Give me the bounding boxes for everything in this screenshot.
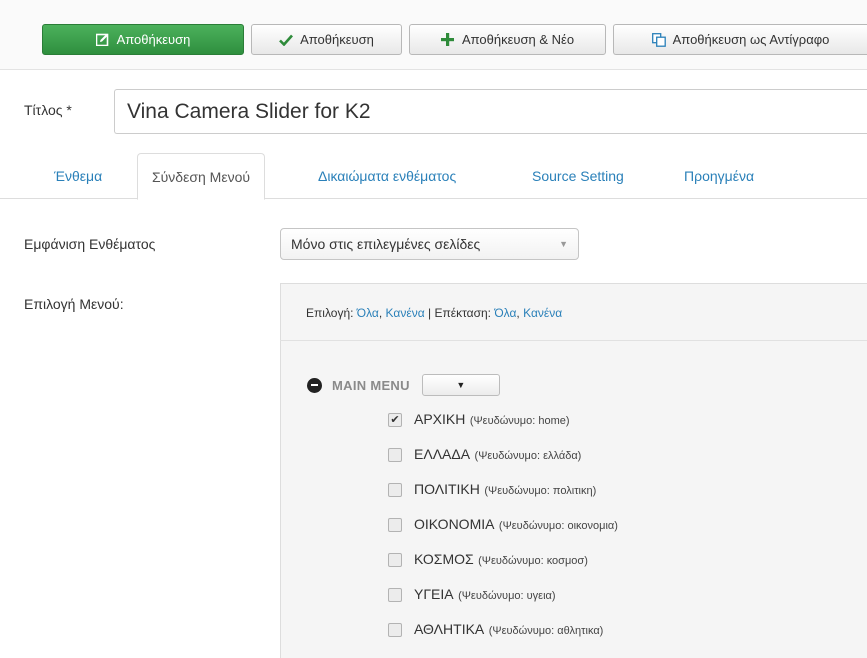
- menu-item[interactable]: ΚΟΣΜΟΣ (Ψευδώνυμο: κοσμοσ): [388, 550, 588, 570]
- menu-item-alias: (Ψευδώνυμο: home): [469, 415, 570, 427]
- tab-menu-assignment[interactable]: Σύνδεση Μενού: [137, 153, 266, 200]
- menu-item[interactable]: ΠΟΛΙΤΙΚΗ (Ψευδώνυμο: πολιτικη): [388, 480, 596, 500]
- tab-module-permissions[interactable]: Δικαιώματα ενθέματος: [318, 153, 456, 199]
- menu-item-name: ΑΘΛΗΤΙΚΑ: [414, 621, 485, 637]
- tab-advanced-label: Προηγμένα: [684, 168, 755, 184]
- save-primary-button[interactable]: Αποθήκευση: [42, 24, 244, 55]
- tab-source-setting[interactable]: Source Setting: [532, 153, 624, 199]
- menu-item[interactable]: ΟΙΚΟΝΟΜΙΑ (Ψευδώνυμο: οικονομια): [388, 515, 618, 535]
- expand-all-link[interactable]: Όλα: [494, 306, 516, 320]
- menu-item-alias: (Ψευδώνυμο: πολιτικη): [484, 485, 597, 497]
- expand-label: Επέκταση:: [434, 306, 492, 320]
- menu-item-name: ΕΛΛΑΔΑ: [414, 446, 471, 462]
- menu-item-name: ΥΓΕΙΑ: [414, 586, 454, 602]
- chevron-down-icon: ▼: [559, 239, 568, 249]
- menu-item-alias: (Ψευδώνυμο: αθλητικα): [488, 625, 604, 637]
- module-display-label: Εμφάνιση Ενθέματος: [24, 236, 156, 252]
- checkbox-checked[interactable]: ✔: [388, 413, 402, 427]
- menu-item-alias: (Ψευδώνυμο: οικονομια): [498, 520, 618, 532]
- title-label-text: Τίτλος: [24, 102, 63, 118]
- save-new-label: Αποθήκευση & Νέο: [461, 32, 575, 47]
- checkbox[interactable]: [388, 518, 402, 532]
- save-label: Αποθήκευση: [300, 32, 374, 47]
- checkbox[interactable]: [388, 588, 402, 602]
- checkbox[interactable]: [388, 623, 402, 637]
- checkbox[interactable]: [388, 553, 402, 567]
- save-copy-button[interactable]: Αποθήκευση ως Αντίγραφο: [613, 24, 867, 55]
- tab-module-permissions-label: Δικαιώματα ενθέματος: [318, 168, 457, 184]
- title-label: Τίτλος *: [24, 102, 72, 118]
- menu-item-name: ΠΟΛΙΤΙΚΗ: [414, 481, 480, 497]
- select-none-link[interactable]: Κανένα: [386, 306, 425, 320]
- required-mark: *: [66, 102, 72, 118]
- menu-item[interactable]: ΕΛΛΑΔΑ (Ψευδώνυμο: ελλάδα): [388, 445, 581, 465]
- menu-item[interactable]: ΑΘΛΗΤΙΚΑ (Ψευδώνυμο: αθλητικα): [388, 620, 603, 640]
- tab-module-label: Ένθεμα: [54, 168, 103, 184]
- tab-bar: Ένθεμα Σύνδεση Μενού Δικαιώματα ενθέματο…: [0, 153, 867, 200]
- save-button[interactable]: Αποθήκευση: [251, 24, 402, 55]
- select-all-link[interactable]: Όλα: [357, 306, 379, 320]
- copy-icon: [651, 32, 666, 47]
- module-display-select[interactable]: Μόνο στις επιλεγμένες σελίδες ▼: [280, 228, 579, 260]
- menu-item-alias: (Ψευδώνυμο: υγεια): [458, 590, 556, 602]
- menu-selection-label: Επιλογή Μενού:: [24, 296, 124, 312]
- checkbox[interactable]: [388, 483, 402, 497]
- divider: |: [427, 306, 432, 320]
- comma-2: ,: [516, 306, 520, 320]
- menu-item-name: ΚΟΣΜΟΣ: [414, 551, 474, 567]
- menu-item-name: ΟΙΚΟΝΟΜΙΑ: [414, 516, 495, 532]
- selection-label: Επιλογή:: [306, 306, 354, 320]
- title-input[interactable]: Vina Camera Slider for K2: [114, 89, 867, 134]
- module-display-value: Μόνο στις επιλεγμένες σελίδες: [291, 236, 481, 252]
- plus-icon: [441, 33, 455, 47]
- menu-item-name: ΑΡΧΙΚΗ: [414, 411, 466, 427]
- menu-item-alias: (Ψευδώνυμο: ελλάδα): [474, 450, 582, 462]
- comma-1: ,: [378, 306, 383, 320]
- check-icon: [279, 33, 294, 47]
- save-primary-label: Αποθήκευση: [116, 32, 191, 47]
- save-new-button[interactable]: Αποθήκευση & Νέο: [409, 24, 606, 55]
- selection-controls: Επιλογή: Όλα, Κανένα | Επέκταση: Όλα, Κα…: [306, 306, 562, 320]
- tab-source-setting-label: Source Setting: [532, 168, 624, 184]
- tab-module[interactable]: Ένθεμα: [54, 153, 102, 199]
- toolbar: Αποθήκευση Αποθήκευση Αποθήκευση & Νέο Α…: [0, 0, 867, 70]
- menu-item[interactable]: ✔ ΑΡΧΙΚΗ (Ψευδώνυμο: home): [388, 410, 570, 430]
- tab-advanced[interactable]: Προηγμένα: [684, 153, 754, 199]
- menu-group-header: MAIN MENU ▼: [307, 374, 500, 396]
- menu-item-alias: (Ψευδώνυμο: κοσμοσ): [478, 555, 588, 567]
- menu-item[interactable]: ΥΓΕΙΑ (Ψευδώνυμο: υγεια): [388, 585, 556, 605]
- collapse-icon[interactable]: [307, 377, 322, 393]
- panel-divider: [280, 340, 867, 341]
- menu-options-dropdown[interactable]: ▼: [421, 374, 500, 396]
- checkbox[interactable]: [388, 448, 402, 462]
- caret-down-icon: ▼: [456, 380, 466, 390]
- tab-menu-assignment-label: Σύνδεση Μενού: [152, 168, 251, 185]
- edit-icon: [96, 33, 110, 47]
- expand-none-link[interactable]: Κανένα: [523, 306, 562, 320]
- save-copy-label: Αποθήκευση ως Αντίγραφο: [672, 32, 830, 47]
- menu-title: MAIN MENU: [332, 377, 410, 393]
